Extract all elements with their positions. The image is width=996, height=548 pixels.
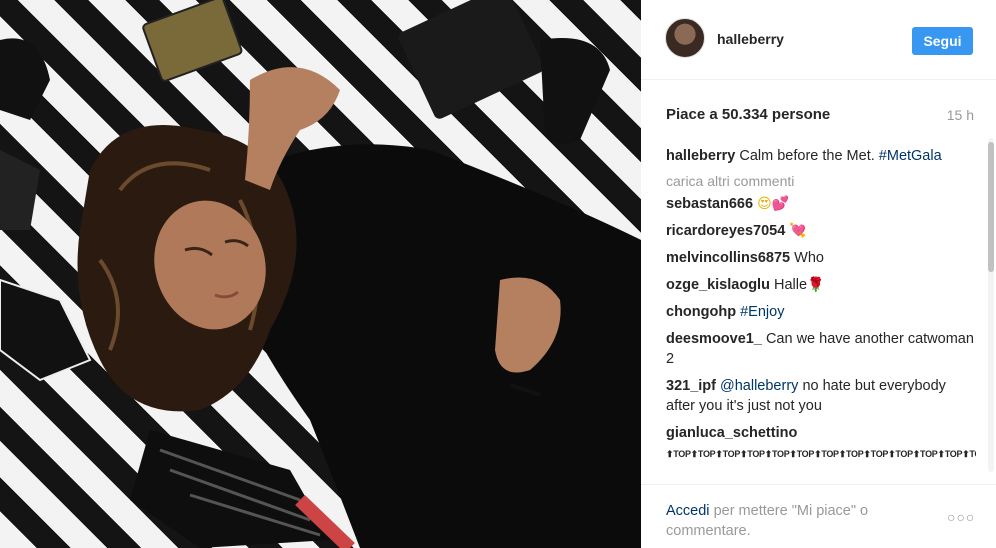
comment-item: deesmoove1_ Can we have another catwoman… — [666, 329, 976, 369]
header-username[interactable]: halleberry — [717, 31, 784, 47]
follow-button[interactable]: Segui — [912, 27, 973, 55]
rose-emoji-icon: 🌹 — [807, 277, 825, 293]
more-options-icon[interactable]: ○○○ — [947, 509, 975, 525]
avatar[interactable] — [665, 18, 705, 58]
comment-item: 321_ipf @halleberry no hate but everybod… — [666, 376, 976, 416]
comment-item: chongohp #Enjoy — [666, 302, 976, 322]
post-header: halleberry Segui — [641, 0, 996, 80]
likes-row: Piace a 50.334 persone 15 h — [666, 106, 974, 126]
comment-hashtag[interactable]: #Enjoy — [740, 304, 784, 320]
post-time[interactable]: 15 h — [947, 107, 974, 123]
caption-text: Calm before the Met. — [739, 148, 875, 164]
caption-hashtag[interactable]: #MetGala — [879, 148, 942, 164]
comment-item: ozge_kislaoglu Halle🌹 — [666, 275, 976, 295]
comment-username[interactable]: deesmoove1_ — [666, 331, 762, 347]
post-footer: Accedi per mettere "Mi piace" o commenta… — [641, 484, 996, 548]
comment-username[interactable]: chongohp — [666, 304, 736, 320]
post-photo[interactable] — [0, 0, 641, 548]
comment-mention[interactable]: @halleberry — [720, 378, 798, 394]
scrollbar-thumb[interactable] — [988, 142, 994, 272]
comment-text: Halle — [773, 277, 808, 293]
comment-username[interactable]: ricardoreyes7054 — [666, 223, 785, 239]
comment-item: sebastan666 😍💕 — [666, 194, 976, 214]
comment-item: gianluca_schettino ⬆TOP⬆TOP⬆TOP⬆TOP⬆TOP⬆… — [666, 423, 976, 464]
login-prompt: Accedi per mettere "Mi piace" o commenta… — [666, 501, 926, 541]
comments-list[interactable]: halleberry Calm before the Met. #MetGala… — [666, 146, 976, 472]
post-side-panel: halleberry Segui Piace a 50.334 persone … — [641, 0, 996, 548]
comment-text: ⬆TOP⬆TOP⬆TOP⬆TOP⬆TOP⬆TOP⬆TOP⬆TOP⬆TOP⬆TOP… — [666, 449, 976, 459]
load-more-comments[interactable]: carica altri commenti — [666, 173, 976, 189]
comment-username[interactable]: ozge_kislaoglu — [666, 277, 770, 293]
comment-text: Who — [794, 250, 824, 266]
comment-item: ricardoreyes7054 💘 — [666, 221, 976, 241]
comment-item: melvincollins6875 Who — [666, 248, 976, 268]
comment-username[interactable]: gianluca_schettino — [666, 425, 797, 441]
caption-username[interactable]: halleberry — [666, 148, 735, 164]
photo-illustration — [0, 0, 641, 548]
comment-username[interactable]: 321_ipf — [666, 378, 716, 394]
caption: halleberry Calm before the Met. #MetGala — [666, 146, 976, 166]
login-link[interactable]: Accedi — [666, 503, 710, 519]
comment-username[interactable]: melvincollins6875 — [666, 250, 790, 266]
likes-count[interactable]: Piace a 50.334 persone — [666, 106, 830, 123]
comment-username[interactable]: sebastan666 — [666, 196, 753, 212]
heart-eyes-emoji-icon: 😍💕 — [757, 196, 790, 212]
comments-scrollbar[interactable] — [988, 138, 994, 472]
heart-arrow-emoji-icon: 💘 — [789, 223, 807, 239]
